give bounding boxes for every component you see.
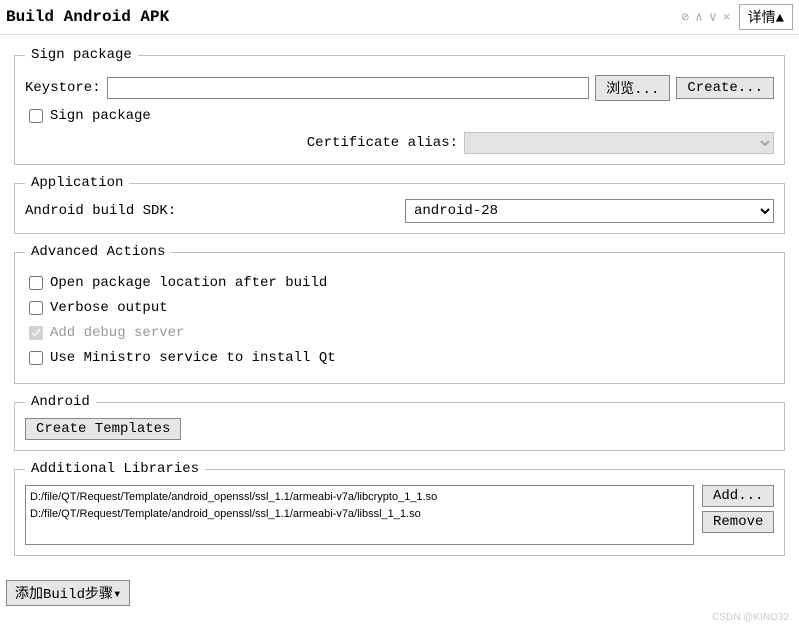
advanced-actions-legend: Advanced Actions — [25, 244, 171, 260]
watermark: CSDN @KINO32 — [712, 612, 789, 623]
keystore-label: Keystore: — [25, 80, 101, 96]
remove-lib-button[interactable]: Remove — [702, 511, 774, 533]
application-group: Application Android build SDK: android-2… — [14, 175, 785, 234]
details-toggle-button[interactable]: 详情▲ — [739, 4, 793, 30]
sign-package-legend: Sign package — [25, 47, 138, 63]
verbose-row: Verbose output — [25, 298, 774, 318]
keystore-row: Keystore: 浏览... Create... — [25, 75, 774, 101]
verbose-label: Verbose output — [50, 300, 168, 316]
add-debug-row: Add debug server — [25, 323, 774, 343]
cert-alias-label: Certificate alias: — [307, 135, 464, 151]
panel-title: Build Android APK — [6, 8, 681, 26]
sdk-label: Android build SDK: — [25, 203, 405, 219]
ministro-checkbox[interactable] — [29, 351, 43, 365]
add-debug-checkbox — [29, 326, 43, 340]
header-icons: ⊘ ∧ ∨ × — [681, 10, 730, 25]
sign-package-checkbox-label: Sign package — [50, 108, 151, 124]
keystore-input[interactable] — [107, 77, 590, 99]
add-debug-label: Add debug server — [50, 325, 184, 341]
ministro-row: Use Ministro service to install Qt — [25, 348, 774, 368]
list-item[interactable]: D:/file/QT/Request/Template/android_open… — [30, 489, 689, 506]
move-up-icon[interactable]: ∧ — [695, 10, 703, 25]
create-templates-button[interactable]: Create Templates — [25, 418, 181, 440]
open-location-row: Open package location after build — [25, 273, 774, 293]
libs-wrap: D:/file/QT/Request/Template/android_open… — [25, 485, 774, 545]
sign-package-checkbox[interactable] — [29, 109, 43, 123]
disable-icon[interactable]: ⊘ — [681, 10, 689, 25]
sdk-select[interactable]: android-28 — [405, 199, 774, 223]
add-lib-button[interactable]: Add... — [702, 485, 774, 507]
additional-libs-group: Additional Libraries D:/file/QT/Request/… — [14, 461, 785, 556]
create-keystore-button[interactable]: Create... — [676, 77, 774, 99]
sign-package-group: Sign package Keystore: 浏览... Create... S… — [14, 47, 785, 165]
sign-package-checkbox-row: Sign package — [25, 106, 774, 126]
browse-button[interactable]: 浏览... — [595, 75, 670, 101]
sdk-row: Android build SDK: android-28 — [25, 199, 774, 223]
cert-alias-select[interactable] — [464, 132, 774, 154]
panel-content: Sign package Keystore: 浏览... Create... S… — [0, 35, 799, 576]
cert-alias-row: Certificate alias: — [25, 132, 774, 154]
close-icon[interactable]: × — [723, 10, 731, 25]
application-legend: Application — [25, 175, 129, 191]
add-build-step-button[interactable]: 添加Build步骤▾ — [6, 580, 130, 606]
libs-buttons: Add... Remove — [702, 485, 774, 545]
android-legend: Android — [25, 394, 96, 410]
libs-list[interactable]: D:/file/QT/Request/Template/android_open… — [25, 485, 694, 545]
advanced-actions-group: Advanced Actions Open package location a… — [14, 244, 785, 384]
open-location-label: Open package location after build — [50, 275, 327, 291]
panel-header: Build Android APK ⊘ ∧ ∨ × 详情▲ — [0, 0, 799, 35]
additional-libs-legend: Additional Libraries — [25, 461, 205, 477]
list-item[interactable]: D:/file/QT/Request/Template/android_open… — [30, 506, 689, 523]
open-location-checkbox[interactable] — [29, 276, 43, 290]
verbose-checkbox[interactable] — [29, 301, 43, 315]
android-group: Android Create Templates — [14, 394, 785, 451]
move-down-icon[interactable]: ∨ — [709, 10, 717, 25]
bottom-row: 添加Build步骤▾ — [0, 576, 799, 616]
ministro-label: Use Ministro service to install Qt — [50, 350, 336, 366]
